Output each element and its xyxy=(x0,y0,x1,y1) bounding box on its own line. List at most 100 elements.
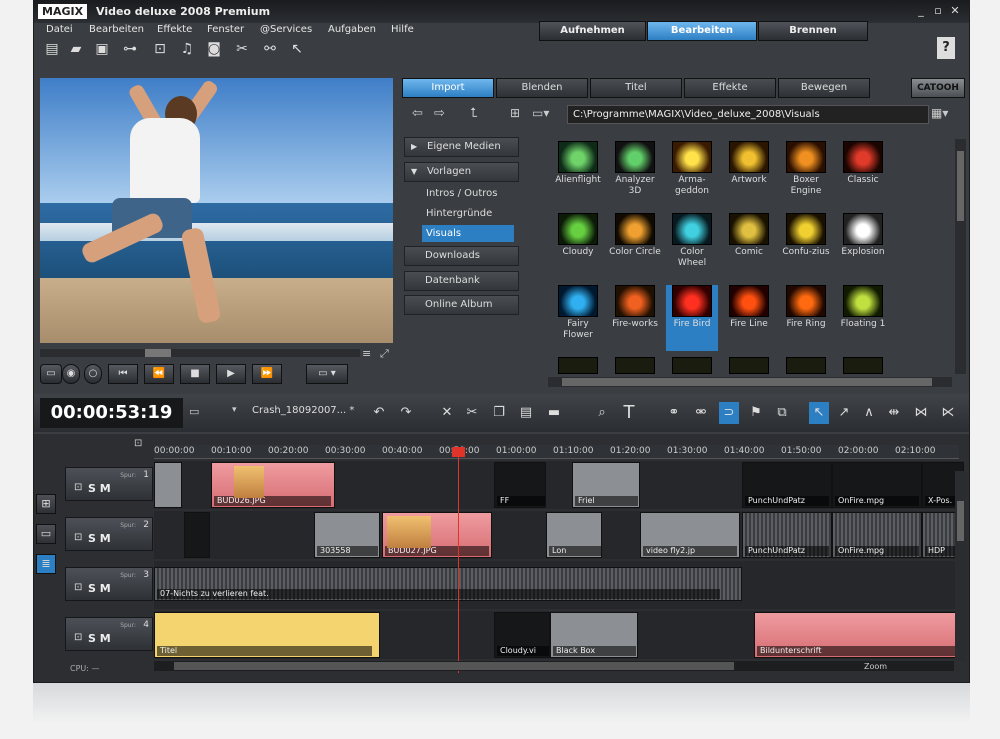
track-header[interactable]: Spur: 1 ⊡ S M xyxy=(65,467,153,501)
undo-icon[interactable]: ↶ xyxy=(369,402,389,424)
tab-effekte[interactable]: Effekte xyxy=(684,78,776,98)
pointer-icon[interactable]: ↖ xyxy=(809,402,829,424)
timeline-clip[interactable]: 303558 xyxy=(314,512,380,558)
drive-icon[interactable]: ▭▾ xyxy=(532,106,549,120)
grid-scroll-thumb[interactable] xyxy=(957,151,964,221)
zoom-tool-icon[interactable]: ⌕ xyxy=(592,402,612,424)
group-icon[interactable]: ▬ xyxy=(544,402,564,424)
playhead[interactable] xyxy=(458,453,459,673)
subcategory-visuals[interactable]: Visuals xyxy=(422,225,514,242)
copy-icon[interactable]: ❐ xyxy=(489,402,509,424)
menu-hilfe[interactable]: Hilfe xyxy=(391,24,414,35)
visual-thumb[interactable]: Confu-zius xyxy=(780,213,832,279)
rewind-icon[interactable]: ⏪ xyxy=(144,364,174,384)
menu-bearbeiten[interactable]: Bearbeiten xyxy=(89,24,144,35)
visual-preview-image[interactable] xyxy=(843,357,883,374)
tab-import[interactable]: Import xyxy=(402,78,494,98)
track-header[interactable]: Spur: 4 ⊡ S M xyxy=(65,617,153,651)
category-eigene-medien[interactable]: ▶ Eigene Medien xyxy=(404,137,519,157)
visual-thumb[interactable]: Color Circle xyxy=(609,213,661,279)
cut-icon[interactable]: ✂ xyxy=(462,402,482,424)
visual-thumb[interactable]: Boxer Engine xyxy=(780,141,832,207)
visual-thumb[interactable]: Artwork xyxy=(723,141,775,207)
grid-vertical-scrollbar[interactable] xyxy=(955,139,966,374)
visual-thumb[interactable]: Color Wheel xyxy=(666,213,718,279)
subcategory-intros[interactable]: Intros / Outros xyxy=(422,185,514,202)
track-lock-icon[interactable]: ⊡ xyxy=(74,532,82,543)
screen-mode-icon[interactable]: ▭ xyxy=(40,364,62,384)
timeline-clip[interactable]: FF xyxy=(494,462,546,508)
project-dropdown-arrow-icon[interactable]: ▾ xyxy=(232,405,237,415)
capture-icon[interactable]: ⊶ xyxy=(120,39,140,59)
category-online-album[interactable]: Online Album xyxy=(404,295,519,315)
zoom-control[interactable]: Zoom xyxy=(864,662,887,671)
loop-dropdown[interactable]: ▭ ▾ xyxy=(306,364,348,384)
timeline-clip[interactable] xyxy=(184,512,210,558)
minimize-button[interactable]: _ xyxy=(914,4,928,18)
scene-view-button[interactable]: ▭ xyxy=(36,524,56,544)
visual-thumb[interactable]: Classic xyxy=(837,141,889,207)
track-lane[interactable]: 07-Nichts zu verlieren feat. xyxy=(154,561,964,609)
visual-thumb[interactable]: Cloudy xyxy=(552,213,604,279)
visual-thumb[interactable]: Fire Bird xyxy=(666,285,718,351)
track-lock-icon[interactable]: ⊡ xyxy=(74,632,82,643)
select-tool-icon[interactable]: ↗ xyxy=(834,402,854,424)
delete-icon[interactable]: ✕ xyxy=(437,402,457,424)
timeline-clip[interactable]: OnFire.mpg xyxy=(832,462,922,508)
up-folder-icon[interactable]: ⮤ xyxy=(470,106,478,121)
catooh-button[interactable]: CATOOH xyxy=(911,78,965,98)
visual-preview-image[interactable] xyxy=(786,357,826,374)
visual-preview-image[interactable] xyxy=(672,357,712,374)
timeline-view-button[interactable]: ≣ xyxy=(36,554,56,574)
track-header[interactable]: Spur: 2 ⊡ S M xyxy=(65,517,153,551)
text-tool-icon[interactable]: T xyxy=(619,402,639,424)
unlink-objects-icon[interactable]: ⚮ xyxy=(691,402,711,424)
title-clip[interactable]: Titel xyxy=(154,612,380,658)
timeline-scrollbar[interactable] xyxy=(154,661,954,671)
timeline-clip[interactable]: PunchUndPatz xyxy=(742,512,832,558)
audio-clip[interactable]: 07-Nichts zu verlieren feat. xyxy=(154,567,742,601)
storyboard-view-button[interactable]: ⊞ xyxy=(36,494,56,514)
close-button[interactable]: ✕ xyxy=(948,4,962,18)
curve-tool-icon[interactable]: ∧ xyxy=(859,402,879,424)
grid-hscroll-thumb[interactable] xyxy=(562,378,932,386)
track-lock-icon[interactable]: ⊡ xyxy=(74,582,82,593)
split-tool-icon[interactable]: ⋈ xyxy=(911,402,931,424)
menu-aufgaben[interactable]: Aufgaben xyxy=(328,24,376,35)
grid-horizontal-scrollbar[interactable] xyxy=(548,377,952,387)
save-icon[interactable]: ▣ xyxy=(92,39,112,59)
menu-services[interactable]: @Services xyxy=(260,24,312,35)
visual-thumb[interactable]: Fairy Flower xyxy=(552,285,604,351)
link-icon[interactable]: ⚯ xyxy=(260,39,280,59)
circle-icon[interactable]: ○ xyxy=(84,364,102,384)
timeline-clip[interactable]: Friel xyxy=(572,462,640,508)
music-icon[interactable]: ♫ xyxy=(177,39,197,59)
track-solo-mute[interactable]: S M xyxy=(88,632,111,645)
photo-clip[interactable]: BUD027.JPG xyxy=(382,512,492,558)
track-solo-mute[interactable]: S M xyxy=(88,482,111,495)
tab-blenden[interactable]: Blenden xyxy=(496,78,588,98)
marker-icon[interactable]: ⚑ xyxy=(746,402,766,424)
preview-scroll-thumb[interactable] xyxy=(145,349,171,357)
photo-clip[interactable]: BUD026.JPG xyxy=(211,462,335,508)
skip-back-icon[interactable]: ⏮ xyxy=(108,364,138,384)
track-lane[interactable]: 303558 BUD027.JPG Lon video fly2.jp PunchUnd… xyxy=(154,511,964,559)
track-lock-icon[interactable]: ⊡ xyxy=(74,482,82,493)
tree-view-icon[interactable]: ⊞ xyxy=(510,106,520,120)
track-lane[interactable]: Titel Cloudy.vi Black Box Bildunterschrift xyxy=(154,611,964,659)
subcategory-hintergruende[interactable]: Hintergründe xyxy=(422,205,514,222)
trim-tool-icon[interactable]: ⋉ xyxy=(938,402,958,424)
timeline-vertical-scrollbar[interactable] xyxy=(955,471,966,661)
new-file-icon[interactable]: ▤ xyxy=(42,39,62,59)
title-clip[interactable]: Bildunterschrift xyxy=(754,612,964,658)
visual-thumb[interactable]: Fire Ring xyxy=(780,285,832,351)
open-folder-icon[interactable]: ▰ xyxy=(66,39,86,59)
menu-effekte[interactable]: Effekte xyxy=(157,24,192,35)
timeline-vscroll-thumb[interactable] xyxy=(957,501,964,541)
menu-datei[interactable]: Datei xyxy=(46,24,73,35)
menu-lines-icon[interactable]: ≡ xyxy=(362,347,371,360)
visual-thumb[interactable]: Alienflight xyxy=(552,141,604,207)
track-solo-mute[interactable]: S M xyxy=(88,532,111,545)
timeline-clip[interactable]: Lon xyxy=(546,512,602,558)
forward-arrow-icon[interactable]: ⇨ xyxy=(434,106,445,121)
